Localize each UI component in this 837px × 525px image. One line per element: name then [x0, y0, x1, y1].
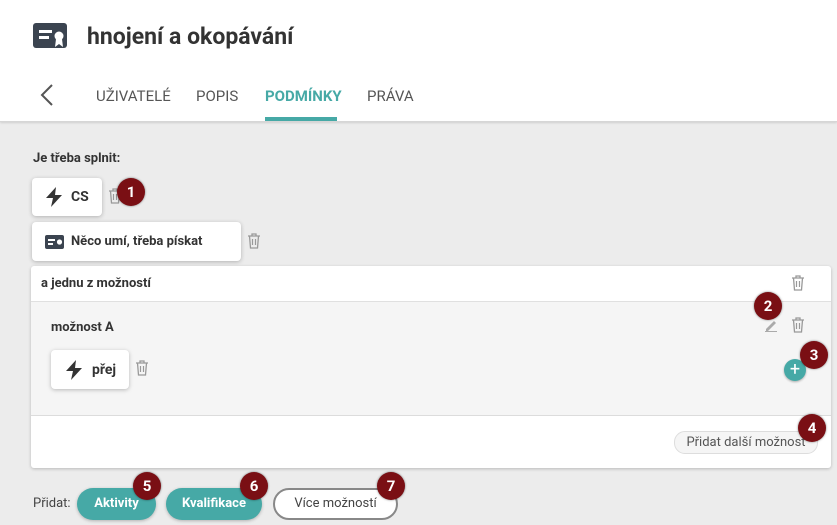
- add-option-button[interactable]: Přidat další možnost: [674, 431, 818, 454]
- condition-chip-skill[interactable]: Něco umí, třeba pískat: [32, 222, 241, 261]
- trash-icon[interactable]: [135, 360, 149, 376]
- tab-rights[interactable]: PRÁVA: [367, 86, 414, 106]
- condition-chip-prej[interactable]: přej: [51, 350, 129, 389]
- certificate-icon: [33, 23, 67, 48]
- add-label: Přidat:: [33, 496, 71, 511]
- active-tab-indicator: [265, 117, 337, 121]
- choice-group-title: a jednu z možností: [41, 276, 151, 291]
- option-a-panel: možnost A: [31, 302, 831, 416]
- trash-icon[interactable]: [247, 233, 261, 249]
- page-header: hnojení a okopávání UŽIVATELÉ POPIS PODM…: [0, 0, 837, 122]
- lightning-icon: [44, 187, 64, 207]
- certificate-icon: [45, 232, 65, 252]
- annotation-badge: 7: [377, 472, 405, 500]
- annotation-badge: 6: [240, 472, 268, 500]
- edit-icon[interactable]: [764, 318, 778, 332]
- back-arrow-icon[interactable]: [38, 83, 58, 107]
- trash-icon[interactable]: [791, 275, 805, 291]
- plus-icon: +: [789, 359, 801, 380]
- condition-chip-label: přej: [92, 361, 117, 378]
- condition-chip-cs[interactable]: CS: [32, 178, 102, 216]
- annotation-badge: 1: [117, 178, 145, 206]
- annotation-badge: 3: [800, 341, 828, 369]
- page-title: hnojení a okopávání: [87, 23, 294, 50]
- tab-users[interactable]: UŽIVATELÉ: [96, 86, 171, 106]
- condition-chip-label: Něco umí, třeba pískat: [71, 234, 203, 249]
- required-label: Je třeba splnit:: [33, 151, 121, 166]
- annotation-badge: 5: [133, 472, 161, 500]
- tab-description[interactable]: POPIS: [196, 86, 238, 106]
- annotation-badge: 4: [798, 414, 826, 442]
- annotation-badge: 2: [754, 292, 782, 320]
- condition-chip-label: CS: [71, 189, 89, 205]
- option-title: možnost A: [51, 320, 114, 335]
- tab-conditions[interactable]: PODMÍNKY: [265, 86, 342, 106]
- choice-group-header: a jednu z možností: [31, 266, 831, 302]
- trash-icon[interactable]: [791, 317, 805, 333]
- lightning-icon: [64, 359, 84, 380]
